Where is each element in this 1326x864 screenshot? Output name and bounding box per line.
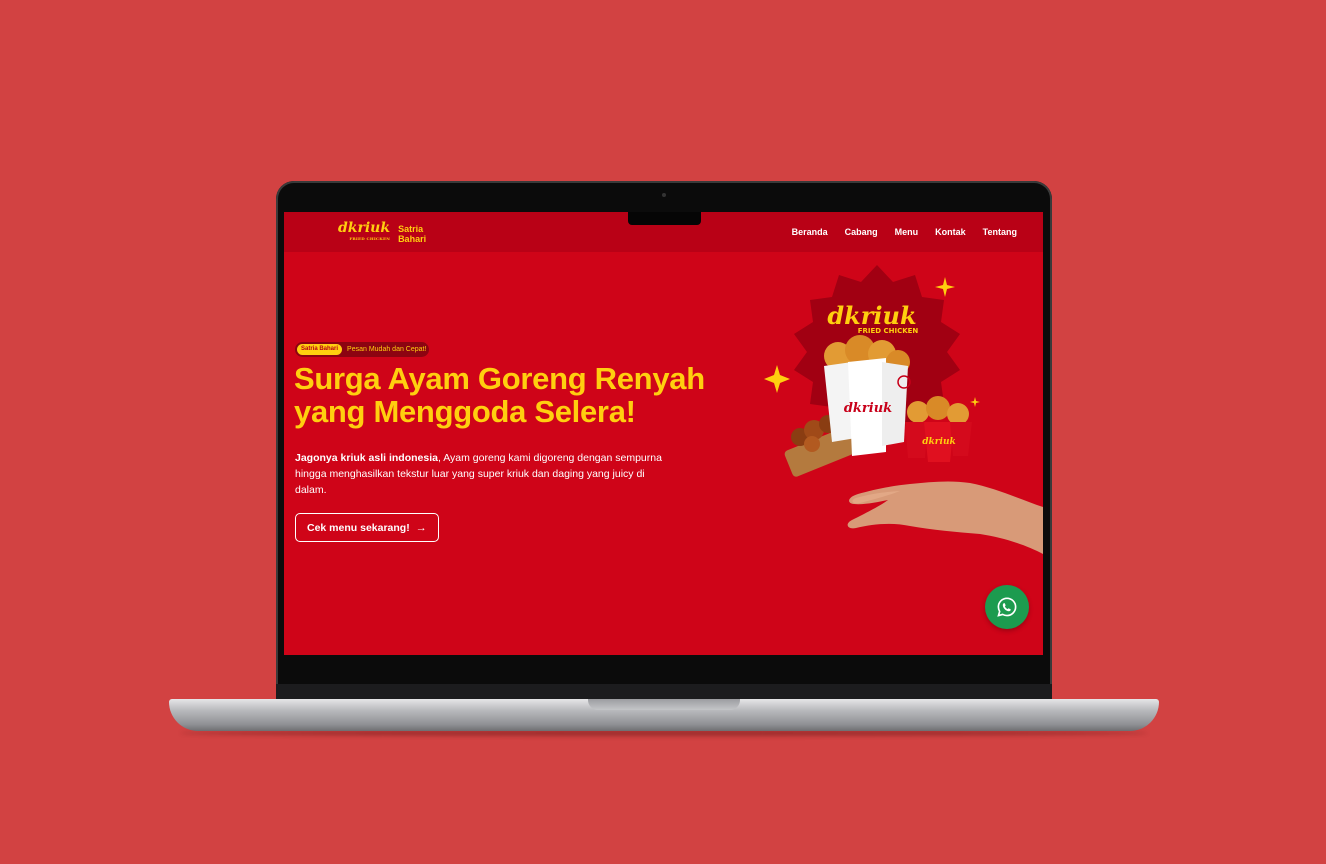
hero-headline: Surga Ayam Goreng Renyah yang Menggoda S…	[294, 361, 705, 429]
nav-item-tentang[interactable]: Tentang	[983, 227, 1017, 237]
chicken-piece	[947, 403, 969, 425]
hero-food-illustration: dkriuk FRIED CHICKEN dkriuk dkriuk	[764, 265, 1043, 554]
hero-description: Jagonya kriuk asli indonesia, Ayam goren…	[295, 450, 675, 498]
chicken-piece	[926, 396, 950, 420]
sparkle-icon	[764, 365, 790, 393]
arrow-right-icon: →	[415, 521, 427, 534]
nav-item-kontak[interactable]: Kontak	[935, 227, 966, 237]
pill-text: Pesan Mudah dan Cepat!	[347, 346, 427, 353]
pill-badge: Satria Bahari	[297, 344, 343, 355]
hero-pill: Satria Bahari Pesan Mudah dan Cepat!	[295, 342, 430, 357]
laptop-trackpad-notch	[588, 699, 740, 710]
chicken-piece	[804, 436, 820, 452]
brand-name: Satria Bahari	[398, 223, 427, 244]
nav-item-menu[interactable]: Menu	[895, 227, 919, 237]
sparkle-icon	[935, 277, 955, 297]
hero-logo-subtext: FRIED CHICKEN	[858, 327, 919, 335]
hand-image	[847, 481, 1043, 554]
hero-logo-text: dkriuk	[827, 301, 916, 330]
nav-item-cabang[interactable]: Cabang	[845, 227, 878, 237]
hero-description-bold: Jagonya kriuk asli indonesia	[295, 452, 438, 464]
main-nav: Beranda Cabang Menu Kontak Tentang	[792, 227, 1017, 237]
cek-menu-button[interactable]: Cek menu sekarang! →	[295, 513, 439, 542]
website-screen: dkriuk FRIED CHICKEN Satria Bahari Beran…	[284, 212, 1043, 655]
cup-logo-text: dkriuk	[922, 437, 955, 447]
brand-logo: dkriuk FRIED CHICKEN	[338, 220, 391, 241]
chicken-piece	[907, 401, 929, 423]
camera-icon	[662, 193, 666, 197]
laptop-chin	[276, 684, 1052, 700]
screen-notch	[628, 212, 701, 225]
sparkle-icon	[970, 397, 980, 407]
whatsapp-button[interactable]	[985, 585, 1029, 629]
brand[interactable]: dkriuk FRIED CHICKEN Satria Bahari	[338, 220, 430, 245]
cta-label: Cek menu sekarang!	[307, 521, 410, 534]
bag-logo-text: dkriuk	[844, 401, 892, 416]
nav-item-beranda[interactable]: Beranda	[792, 227, 828, 237]
whatsapp-icon	[997, 597, 1017, 617]
